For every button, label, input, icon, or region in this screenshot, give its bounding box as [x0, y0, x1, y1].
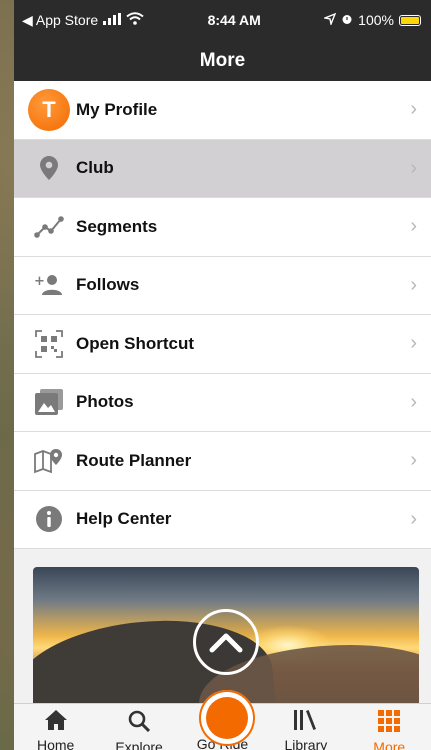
alarm-icon	[341, 12, 353, 28]
chevron-right-icon: ›	[410, 390, 417, 413]
menu-item-label: Segments	[76, 216, 158, 236]
menu-item-label: My Profile	[76, 99, 158, 119]
tab-library[interactable]: Library	[266, 704, 346, 750]
avatar: T	[24, 88, 74, 131]
status-time: 8:44 AM	[207, 12, 261, 28]
qr-code-icon	[24, 329, 74, 358]
tab-more[interactable]: More	[349, 704, 429, 750]
home-icon	[44, 710, 67, 733]
chevron-up-icon[interactable]	[193, 609, 259, 675]
add-person-icon: +	[24, 274, 74, 296]
menu-item-follows[interactable]: + Follows ›	[14, 256, 431, 315]
tab-explore[interactable]: Explore	[99, 704, 179, 750]
status-right: 100%	[322, 12, 421, 28]
menu-item-segments[interactable]: Segments ›	[14, 198, 431, 257]
grid-icon	[378, 710, 401, 735]
search-icon	[128, 710, 151, 735]
status-left: ◀ App Store	[22, 12, 144, 29]
menu-item-label: Club	[76, 158, 114, 178]
info-icon	[24, 505, 74, 533]
menu-item-club[interactable]: Club ›	[14, 139, 431, 198]
avatar-icon: T	[28, 88, 70, 131]
nav-bar: More	[14, 40, 431, 81]
chevron-right-icon: ›	[410, 98, 417, 121]
menu-item-label: Help Center	[76, 509, 172, 529]
promo-section	[14, 549, 431, 717]
record-icon[interactable]	[199, 690, 255, 746]
chevron-right-icon: ›	[410, 215, 417, 238]
menu-item-help-center[interactable]: Help Center ›	[14, 490, 431, 549]
svg-text:+: +	[34, 274, 45, 289]
chevron-right-icon: ›	[410, 273, 417, 296]
page-title: More	[199, 49, 246, 71]
app-window: ◀ App Store 8:44 AM 100% More T My Profi…	[14, 0, 431, 750]
menu-item-label: Follows	[76, 275, 140, 295]
battery-percent: 100%	[358, 12, 394, 28]
menu-item-label: Route Planner	[76, 450, 192, 470]
menu-item-route-planner[interactable]: Route Planner ›	[14, 432, 431, 491]
photos-icon	[24, 389, 74, 416]
segments-icon	[24, 215, 74, 238]
menu-item-open-shortcut[interactable]: Open Shortcut ›	[14, 315, 431, 374]
status-bar: ◀ App Store 8:44 AM 100%	[14, 0, 431, 40]
more-menu: T My Profile › Club › Segments › + Follo…	[14, 81, 431, 549]
tab-label: Explore	[115, 739, 163, 750]
wifi-icon	[126, 12, 144, 28]
chevron-right-icon: ›	[410, 332, 417, 355]
menu-item-label: Photos	[76, 392, 134, 412]
map-pin-icon	[24, 156, 74, 181]
chevron-right-icon: ›	[410, 156, 417, 179]
map-pin-route-icon	[24, 448, 74, 474]
back-to-app-store[interactable]: ◀ App Store	[22, 12, 98, 29]
library-icon	[293, 710, 319, 733]
chevron-right-icon: ›	[410, 449, 417, 472]
menu-item-my-profile[interactable]: T My Profile ›	[14, 81, 431, 140]
tab-label: Library	[284, 737, 328, 750]
signal-icon	[103, 12, 122, 28]
menu-item-photos[interactable]: Photos ›	[14, 373, 431, 432]
tab-label: More	[373, 739, 406, 750]
chevron-right-icon: ›	[410, 507, 417, 530]
tab-label: Home	[37, 737, 75, 750]
menu-item-label: Open Shortcut	[76, 333, 195, 353]
location-arrow-icon	[322, 12, 337, 28]
battery-icon	[398, 14, 421, 26]
tab-home[interactable]: Home	[16, 704, 96, 750]
